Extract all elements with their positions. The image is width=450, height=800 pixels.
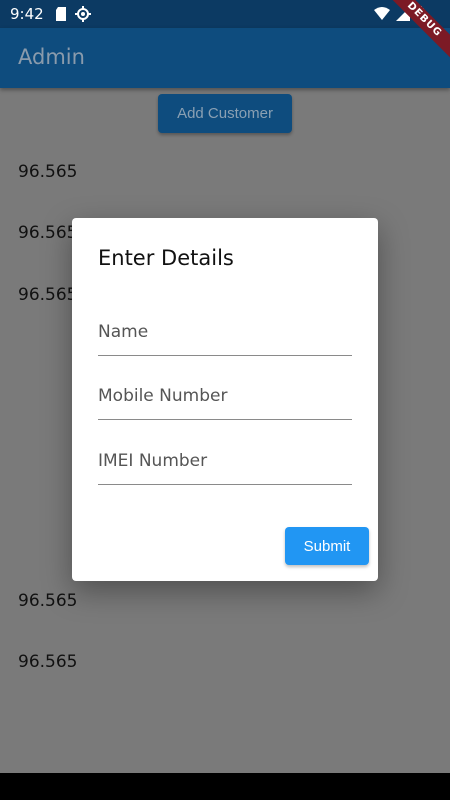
wifi-icon [374,6,390,20]
list-item: 96.565 [18,162,78,182]
mobile-number-field[interactable]: Mobile Number [98,374,352,420]
app-bar: Admin [0,28,450,88]
imei-number-field-label: IMEI Number [98,451,208,471]
imei-number-field[interactable]: IMEI Number [98,439,352,485]
dialog-title: Enter Details [98,246,234,270]
list-item: 96.565 [18,285,78,305]
mobile-number-field-label: Mobile Number [98,386,228,406]
app-title: Admin [18,45,85,69]
list-item: 96.565 [18,223,78,243]
enter-details-dialog: Enter Details Name Mobile Number IMEI Nu… [72,218,378,581]
status-bar: 9:42 [0,0,450,28]
sd-card-icon [56,7,66,21]
system-nav-bar [0,773,450,800]
settings-gear-icon [75,6,91,22]
status-left-icons [55,6,91,22]
status-time: 9:42 [10,5,44,23]
list-item: 96.565 [18,652,78,672]
submit-button[interactable]: Submit [285,527,369,565]
name-field[interactable]: Name [98,310,352,356]
add-customer-button[interactable]: Add Customer [158,94,292,133]
name-field-label: Name [98,322,149,342]
list-item: 96.565 [18,591,78,611]
